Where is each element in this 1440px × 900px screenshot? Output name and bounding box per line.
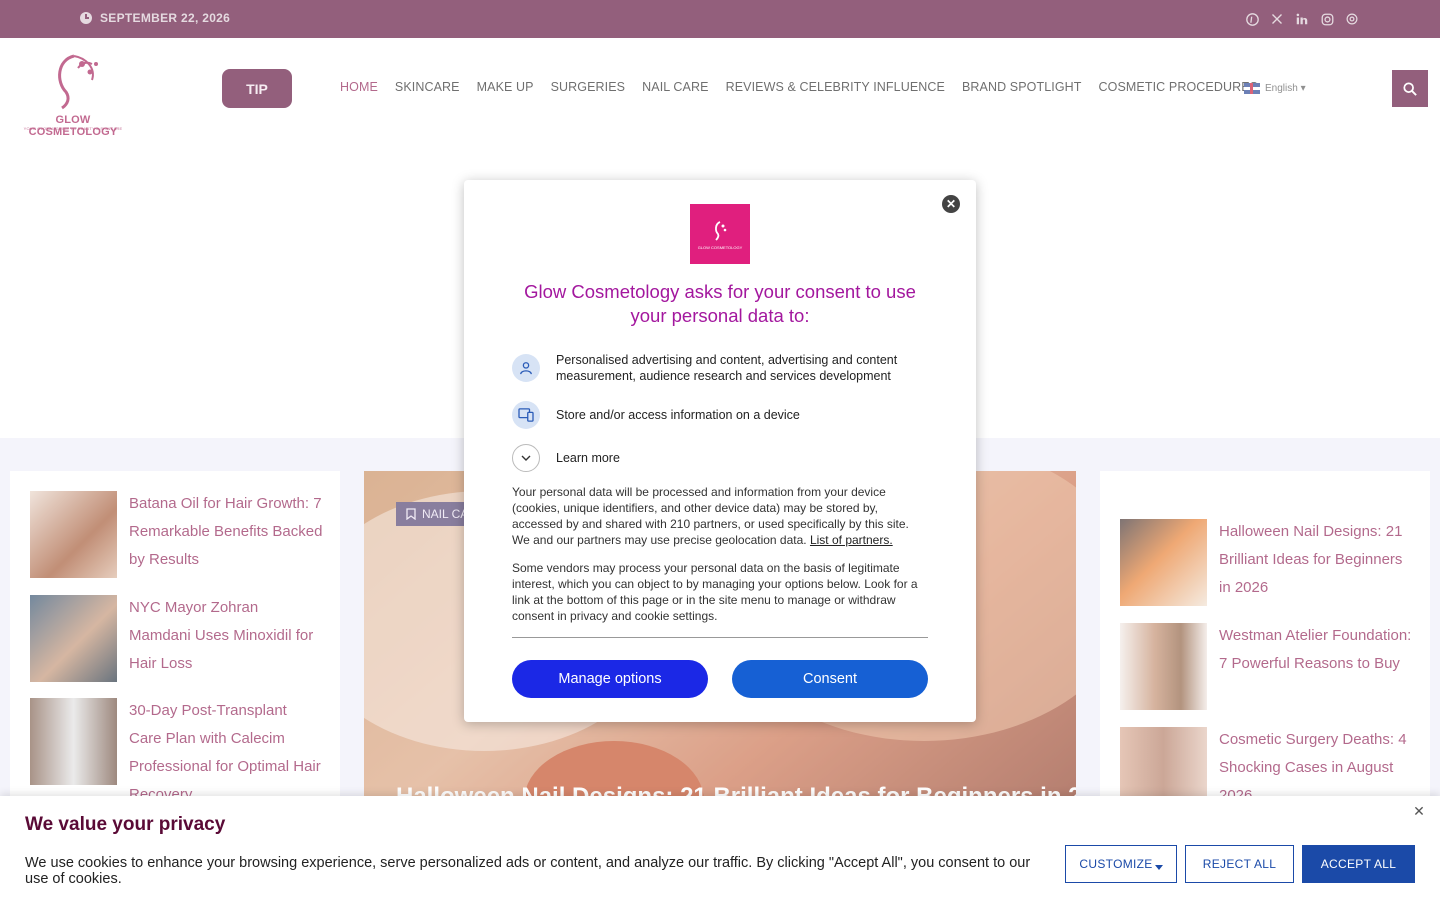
consent-description: Your personal data will be processed and… (512, 484, 928, 548)
partners-link[interactable]: List of partners. (810, 533, 893, 547)
consent-dialog: ✕ GLOW COSMETOLOGY Glow Cosmetology asks… (464, 180, 976, 722)
cookie-banner-title: We value your privacy (25, 814, 226, 835)
accept-all-button[interactable]: ACCEPT ALL (1302, 845, 1415, 883)
dialog-logo-caption: GLOW COSMETOLOGY (697, 244, 743, 250)
customize-button[interactable]: CUSTOMIZE (1065, 845, 1177, 883)
device-icon (512, 401, 540, 429)
dialog-logo: GLOW COSMETOLOGY (690, 204, 750, 264)
cookie-banner: We value your privacy We use cookies to … (0, 796, 1440, 900)
close-icon[interactable]: ✕ (942, 195, 960, 213)
caret-down-icon (1154, 864, 1163, 870)
cookie-banner-text: We use cookies to enhance your browsing … (25, 855, 1031, 887)
divider (512, 637, 928, 638)
legitimate-interest-text: Some vendors may process your personal d… (512, 561, 918, 623)
consent-button[interactable]: Consent (732, 660, 928, 698)
logo-mark-icon (715, 220, 727, 241)
purpose-item: Store and/or access information on a dev… (512, 401, 928, 429)
dialog-title: Glow Cosmetology asks for your consent t… (524, 281, 916, 326)
learn-more-toggle[interactable]: Learn more (512, 444, 928, 472)
chevron-down-icon[interactable] (512, 444, 540, 472)
reject-all-button[interactable]: REJECT ALL (1185, 845, 1294, 883)
learn-more-label[interactable]: Learn more (556, 450, 620, 466)
person-icon (512, 354, 540, 382)
manage-options-button[interactable]: Manage options (512, 660, 708, 698)
close-icon[interactable]: ✕ (1412, 803, 1426, 819)
purpose-item: Personalised advertising and content, ad… (512, 352, 928, 384)
purpose-text: Personalised advertising and content, ad… (556, 353, 898, 383)
customize-label: CUSTOMIZE (1079, 857, 1153, 871)
purpose-text: Store and/or access information on a dev… (556, 408, 800, 422)
